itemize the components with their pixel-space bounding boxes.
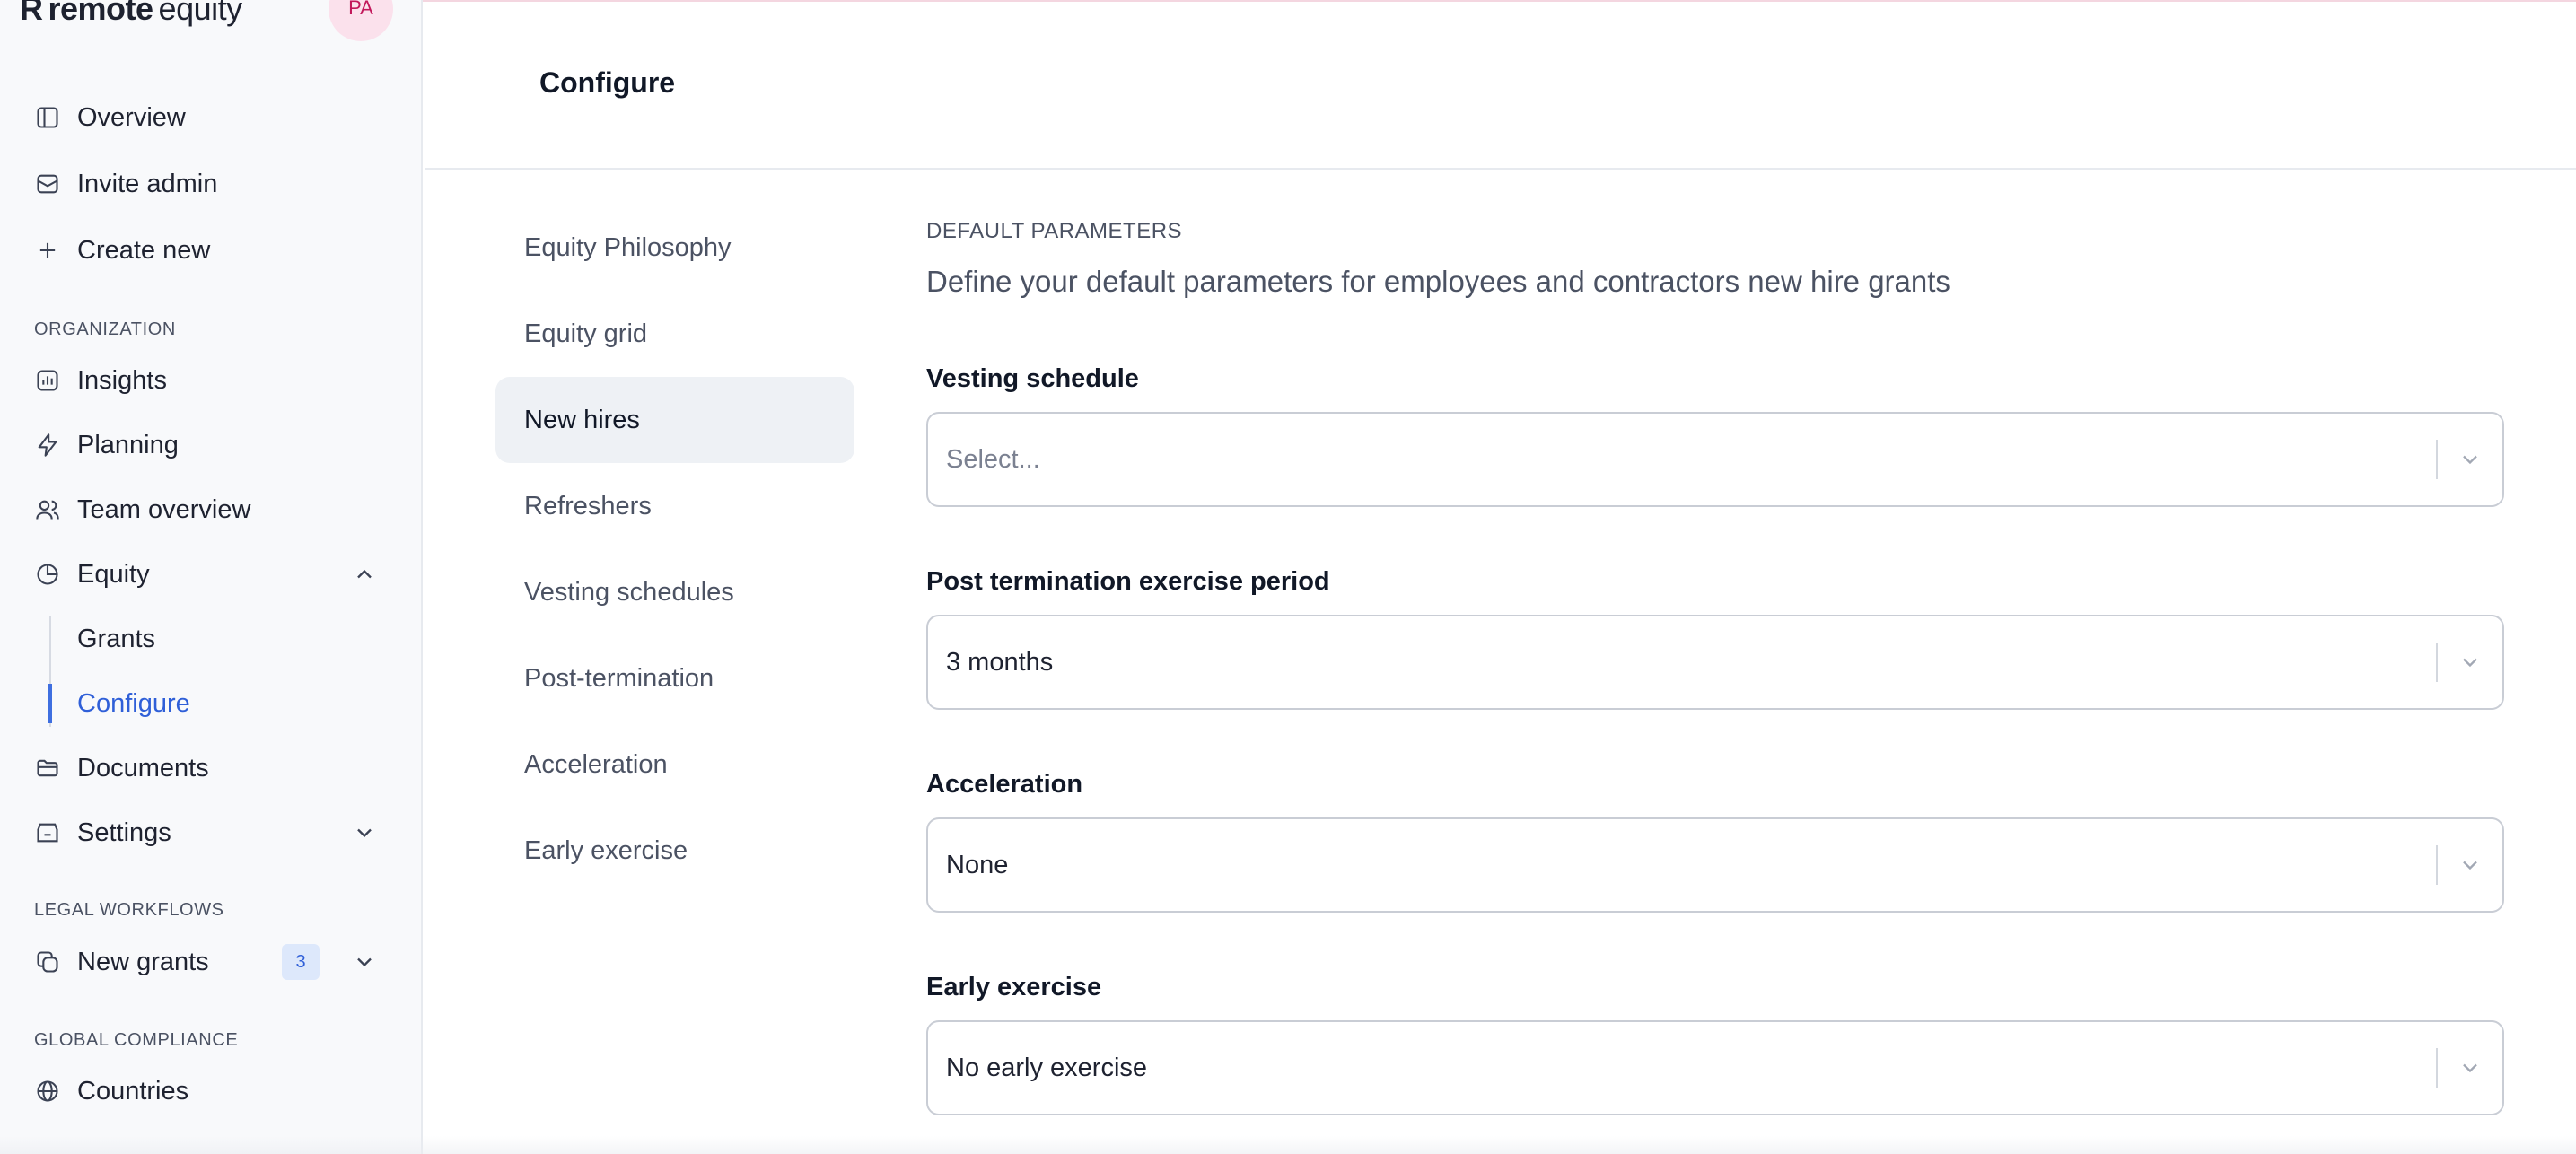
vesting-schedule-select[interactable]: Select... <box>926 412 2504 507</box>
subnav-item-early-exercise[interactable]: Early exercise <box>495 808 854 894</box>
copy-icon <box>34 949 61 975</box>
subnav-item-acceleration[interactable]: Acceleration <box>495 721 854 808</box>
early-exercise-select[interactable]: No early exercise <box>926 1020 2504 1115</box>
page-title: Configure <box>539 66 676 99</box>
users-icon <box>34 496 61 523</box>
sidebar-subitem-grants[interactable]: Grants <box>77 621 155 657</box>
logo-brand: remote <box>48 0 154 27</box>
sidebar-subitem-configure[interactable]: Configure <box>77 686 190 721</box>
bolt-icon <box>34 432 61 459</box>
select-value: No early exercise <box>946 1053 1148 1082</box>
mail-icon <box>34 170 61 197</box>
subnav-item-vesting-schedules[interactable]: Vesting schedules <box>495 549 854 635</box>
chart-icon <box>34 367 61 394</box>
sidebar-item-label: New grants <box>77 947 209 976</box>
vesting-schedule-label: Vesting schedule <box>926 364 1139 393</box>
bottom-fade <box>0 1136 2576 1154</box>
avatar-initials: PA <box>348 0 373 19</box>
post-termination-select[interactable]: 3 months <box>926 615 2504 710</box>
sidebar-item-equity[interactable]: Equity <box>34 553 150 596</box>
globe-icon <box>34 1078 61 1105</box>
section-label-global-compliance: GLOBAL COMPLIANCE <box>34 1030 239 1050</box>
plus-icon <box>34 237 61 264</box>
sidebar-item-label: Invite admin <box>77 169 218 198</box>
section-label-legal-workflows: LEGAL WORKFLOWS <box>34 900 224 920</box>
subnav-item-refreshers[interactable]: Refreshers <box>495 463 854 549</box>
settings-icon <box>34 819 61 846</box>
sidebar-item-label: Insights <box>77 365 167 395</box>
layout-icon <box>34 104 61 131</box>
subnav-item-new-hires[interactable]: New hires <box>495 377 854 463</box>
select-value: 3 months <box>946 647 1054 677</box>
sidebar-item-create-new[interactable]: Create new <box>34 229 210 272</box>
chevron-down-icon[interactable] <box>2438 852 2502 878</box>
select-value: None <box>946 850 1009 879</box>
sidebar-item-label: Documents <box>77 753 209 782</box>
logo-mark: R <box>20 0 43 27</box>
pie-icon <box>34 561 61 588</box>
sidebar-item-label: Create new <box>77 235 211 265</box>
section-kicker: DEFAULT PARAMETERS <box>926 219 1183 243</box>
post-termination-label: Post termination exercise period <box>926 567 1330 596</box>
section-label-organization: ORGANIZATION <box>34 319 176 339</box>
count-badge: 3 <box>282 944 320 980</box>
select-placeholder: Select... <box>946 444 1040 474</box>
sidebar-item-new-grants[interactable]: New grants <box>34 940 209 984</box>
early-exercise-label: Early exercise <box>926 973 1102 1001</box>
sidebar-item-label: Countries <box>77 1076 189 1106</box>
page-header: Configure <box>425 2 2576 170</box>
sidebar-item-settings[interactable]: Settings <box>34 811 171 854</box>
chevron-down-icon[interactable] <box>2438 650 2502 675</box>
sidebar: R remote equity PA Overview Invite admin … <box>0 0 423 1154</box>
chevron-down-icon[interactable] <box>352 820 377 845</box>
app-logo[interactable]: R remote equity <box>20 0 242 27</box>
folder-icon <box>34 755 61 782</box>
sidebar-item-label: Settings <box>77 817 171 847</box>
sidebar-item-label: Overview <box>77 102 186 132</box>
subnav-item-post-termination[interactable]: Post-termination <box>495 635 854 721</box>
acceleration-label: Acceleration <box>926 770 1083 799</box>
sidebar-item-overview[interactable]: Overview <box>34 96 186 139</box>
active-indicator <box>48 684 52 723</box>
chevron-down-icon[interactable] <box>2438 447 2502 472</box>
sidebar-item-countries[interactable]: Countries <box>34 1070 188 1113</box>
section-description: Define your default parameters for emplo… <box>926 265 1950 298</box>
sidebar-item-label: Equity <box>77 559 150 589</box>
sidebar-item-label: Team overview <box>77 494 251 524</box>
logo-product: equity <box>158 0 243 27</box>
sidebar-item-label: Planning <box>77 430 179 459</box>
subnav-item-equity-philosophy[interactable]: Equity Philosophy <box>495 205 854 291</box>
subnav-item-equity-grid[interactable]: Equity grid <box>495 291 854 377</box>
sidebar-item-planning[interactable]: Planning <box>34 424 179 467</box>
sidebar-item-documents[interactable]: Documents <box>34 747 209 790</box>
sidebar-item-insights[interactable]: Insights <box>34 359 167 402</box>
chevron-down-icon[interactable] <box>2438 1055 2502 1080</box>
acceleration-select[interactable]: None <box>926 817 2504 913</box>
sidebar-item-team-overview[interactable]: Team overview <box>34 488 250 531</box>
avatar[interactable]: PA <box>329 0 393 41</box>
sidebar-item-invite-admin[interactable]: Invite admin <box>34 162 217 205</box>
chevron-up-icon[interactable] <box>352 562 377 587</box>
chevron-down-icon[interactable] <box>352 949 377 975</box>
